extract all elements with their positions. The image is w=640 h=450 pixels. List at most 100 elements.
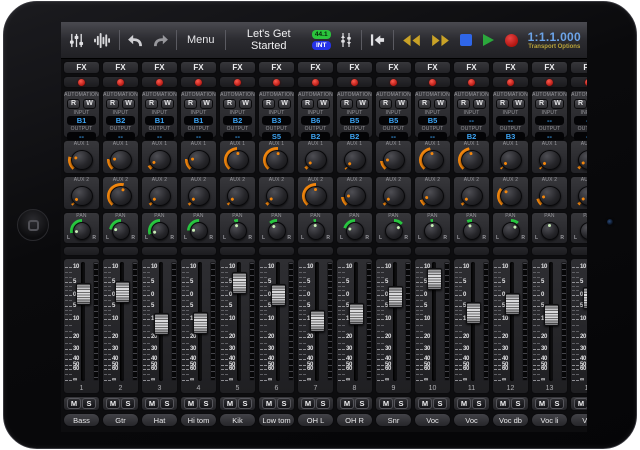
fx-button[interactable]: FX — [531, 61, 568, 74]
track-name-button[interactable]: Kik — [219, 413, 256, 427]
record-arm-button[interactable] — [141, 76, 178, 88]
track-name-button[interactable]: Voc — [414, 413, 451, 427]
aux1-knob[interactable] — [458, 147, 486, 173]
pan-knob[interactable] — [109, 219, 133, 243]
automation-read-button[interactable]: R — [457, 99, 470, 109]
fader-handle[interactable] — [544, 304, 559, 326]
record-arm-button[interactable] — [63, 76, 100, 88]
pan-knob[interactable] — [148, 219, 172, 243]
aux1-knob[interactable] — [224, 147, 252, 173]
solo-button[interactable]: S — [238, 398, 252, 409]
fx-button[interactable]: FX — [258, 61, 295, 74]
automation-write-button[interactable]: W — [356, 99, 369, 109]
track-name-button[interactable]: Bass — [63, 413, 100, 427]
rewind-button[interactable] — [400, 32, 423, 49]
pan-knob[interactable] — [187, 219, 211, 243]
aux2-knob[interactable] — [224, 183, 252, 209]
solo-button[interactable]: S — [511, 398, 525, 409]
record-arm-button[interactable] — [375, 76, 412, 88]
track-name-button[interactable]: Hi tom — [180, 413, 217, 427]
aux2-knob[interactable] — [263, 183, 291, 209]
solo-button[interactable]: S — [394, 398, 408, 409]
input-select[interactable]: B2 — [106, 116, 135, 125]
input-select[interactable]: B1 — [145, 116, 174, 125]
automation-read-button[interactable]: R — [67, 99, 80, 109]
fx-button[interactable]: FX — [297, 61, 334, 74]
mute-button[interactable]: M — [262, 398, 276, 409]
pan-knob[interactable] — [421, 219, 445, 243]
automation-write-button[interactable]: W — [395, 99, 408, 109]
automation-read-button[interactable]: R — [574, 99, 587, 109]
automation-write-button[interactable]: W — [122, 99, 135, 109]
input-select[interactable]: B1 — [67, 116, 96, 125]
mute-button[interactable]: M — [223, 398, 237, 409]
aux2-knob[interactable] — [380, 183, 408, 209]
pan-knob[interactable] — [499, 219, 523, 243]
aux2-knob[interactable] — [146, 183, 174, 209]
automation-write-button[interactable]: W — [200, 99, 213, 109]
input-select[interactable]: -- — [496, 116, 525, 125]
aux2-knob[interactable] — [185, 183, 213, 209]
record-arm-button[interactable] — [414, 76, 451, 88]
automation-write-button[interactable]: W — [473, 99, 486, 109]
pan-knob[interactable] — [538, 219, 562, 243]
solo-button[interactable]: S — [199, 398, 213, 409]
fx-button[interactable]: FX — [570, 61, 587, 74]
mute-button[interactable]: M — [496, 398, 510, 409]
pan-knob[interactable] — [382, 219, 406, 243]
automation-write-button[interactable]: W — [83, 99, 96, 109]
home-button[interactable] — [17, 209, 49, 241]
automation-write-button[interactable]: W — [317, 99, 330, 109]
mute-button[interactable]: M — [379, 398, 393, 409]
automation-write-button[interactable]: W — [512, 99, 525, 109]
input-select[interactable]: -- — [457, 116, 486, 125]
track-name-button[interactable]: Low tom — [258, 413, 295, 427]
mute-button[interactable]: M — [574, 398, 587, 409]
fader-handle[interactable] — [154, 313, 169, 335]
aux1-knob[interactable] — [146, 147, 174, 173]
input-select[interactable]: B1 — [184, 116, 213, 125]
channel-settings-button[interactable] — [337, 30, 355, 50]
input-select[interactable]: -- — [535, 116, 564, 125]
track-name-button[interactable]: Voc — [453, 413, 490, 427]
track-name-button[interactable]: Gtr — [102, 413, 139, 427]
menu-button[interactable]: Menu — [183, 32, 219, 48]
aux1-knob[interactable] — [419, 147, 447, 173]
track-name-button[interactable]: Hat — [141, 413, 178, 427]
automation-read-button[interactable]: R — [379, 99, 392, 109]
automation-read-button[interactable]: R — [496, 99, 509, 109]
fx-button[interactable]: FX — [492, 61, 529, 74]
pan-knob[interactable] — [226, 219, 250, 243]
aux1-knob[interactable] — [575, 147, 588, 173]
record-arm-button[interactable] — [258, 76, 295, 88]
automation-write-button[interactable]: W — [278, 99, 291, 109]
fx-button[interactable]: FX — [375, 61, 412, 74]
solo-button[interactable]: S — [160, 398, 174, 409]
play-button[interactable] — [480, 31, 497, 49]
solo-button[interactable]: S — [316, 398, 330, 409]
pan-knob[interactable] — [265, 219, 289, 243]
record-arm-button[interactable] — [453, 76, 490, 88]
mute-button[interactable]: M — [340, 398, 354, 409]
transport-options-button[interactable]: Transport Options — [528, 44, 580, 50]
fader-handle[interactable] — [193, 312, 208, 334]
fader-handle[interactable] — [115, 281, 130, 303]
aux2-knob[interactable] — [419, 183, 447, 209]
fx-button[interactable]: FX — [63, 61, 100, 74]
fader-handle[interactable] — [505, 293, 520, 315]
aux2-knob[interactable] — [68, 183, 96, 209]
aux2-knob[interactable] — [107, 183, 135, 209]
track-name-button[interactable]: Voc li — [531, 413, 568, 427]
fx-button[interactable]: FX — [414, 61, 451, 74]
automation-read-button[interactable]: R — [262, 99, 275, 109]
record-arm-button[interactable] — [219, 76, 256, 88]
solo-button[interactable]: S — [355, 398, 369, 409]
aux1-knob[interactable] — [341, 147, 369, 173]
automation-write-button[interactable]: W — [551, 99, 564, 109]
record-arm-button[interactable] — [180, 76, 217, 88]
fader-handle[interactable] — [466, 302, 481, 324]
automation-read-button[interactable]: R — [418, 99, 431, 109]
automation-read-button[interactable]: R — [223, 99, 236, 109]
fx-button[interactable]: FX — [453, 61, 490, 74]
fx-button[interactable]: FX — [180, 61, 217, 74]
